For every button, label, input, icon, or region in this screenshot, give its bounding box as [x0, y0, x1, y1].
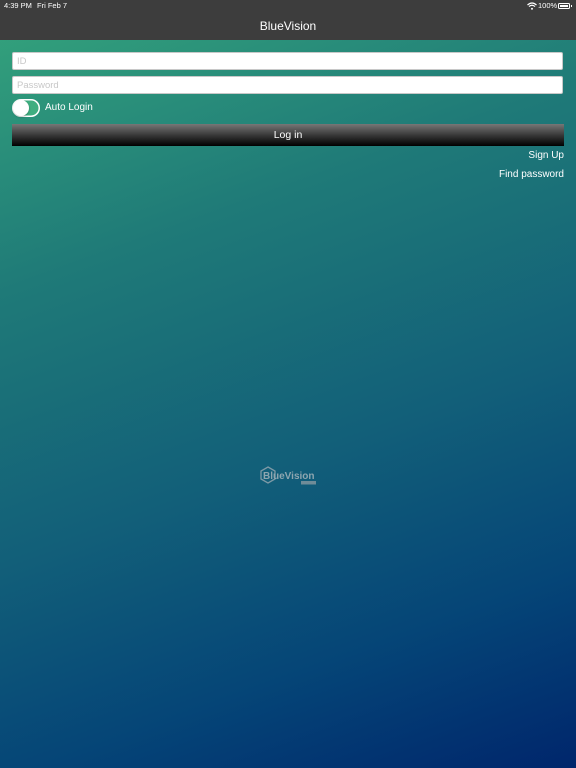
status-bar: 4:39 PM Fri Feb 7 100%: [0, 0, 576, 12]
sign-up-link[interactable]: Sign Up: [528, 150, 564, 161]
auto-login-toggle[interactable]: [12, 99, 40, 117]
wifi-icon: [527, 2, 537, 10]
nav-bar: BlueVision: [0, 12, 576, 40]
battery-icon: [558, 3, 572, 9]
toggle-knob: [13, 100, 29, 116]
find-password-link[interactable]: Find password: [499, 169, 564, 180]
id-input[interactable]: [12, 52, 563, 70]
status-date: Fri Feb 7: [37, 1, 68, 10]
logo-text: BlueVision: [263, 471, 315, 482]
password-input[interactable]: [12, 76, 563, 94]
battery-percent: 100%: [538, 1, 558, 10]
bluevision-logo: BlueVision: [260, 466, 316, 485]
auto-login-label: Auto Login: [45, 102, 93, 113]
login-button[interactable]: Log in: [12, 124, 564, 146]
page-title: BlueVision: [259, 19, 317, 33]
status-time: 4:39 PM: [4, 1, 32, 10]
